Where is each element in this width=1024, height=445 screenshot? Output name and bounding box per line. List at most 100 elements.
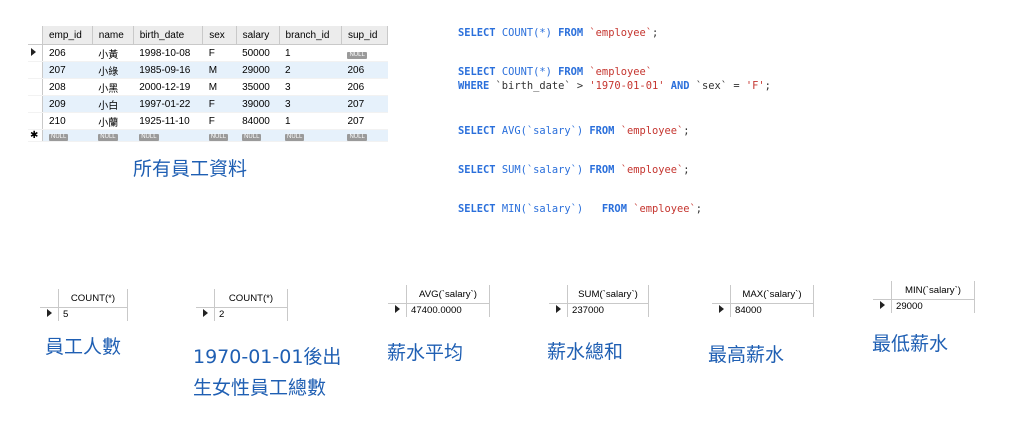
table-cell[interactable]: 小黃 <box>92 44 134 62</box>
row-indicator-header <box>873 281 892 300</box>
table-cell[interactable]: 207 <box>341 112 388 130</box>
table-cell[interactable]: 206 <box>341 61 388 79</box>
row-indicator-header <box>196 289 215 308</box>
sql-query-sum[interactable]: SELECT SUM(`salary`) FROM `employee`; <box>458 163 690 177</box>
table-row[interactable]: 207 小綠 1985-09-16 M 29000 2 206 <box>28 61 388 79</box>
table-cell[interactable]: 2000-12-19 <box>133 78 203 96</box>
column-header-emp-id[interactable]: emp_id <box>42 26 93 45</box>
result-column-header[interactable]: MIN(`salary`) <box>891 281 975 300</box>
table-cell[interactable]: 206 <box>341 78 388 96</box>
row-indicator-header <box>388 285 407 304</box>
result-cell[interactable]: 2 <box>214 307 288 321</box>
table-cell[interactable]: 1 <box>279 44 342 62</box>
table-cell[interactable]: NULL <box>341 44 388 62</box>
row-indicator <box>28 78 43 96</box>
result-cell[interactable]: 5 <box>58 307 128 321</box>
table-row[interactable]: 206 小黃 1998-10-08 F 50000 1 NULL <box>28 44 388 62</box>
result-caption-avg-salary: 薪水平均 <box>387 342 464 364</box>
table-row[interactable]: 208 小黑 2000-12-19 M 35000 3 206 <box>28 78 388 96</box>
table-cell[interactable]: F <box>202 95 237 113</box>
table-cell[interactable]: NULL <box>279 129 342 142</box>
table-cell[interactable]: 1985-09-16 <box>133 61 203 79</box>
table-cell[interactable]: F <box>202 44 237 62</box>
table-cell[interactable]: 207 <box>341 95 388 113</box>
result-grid-max: MAX(`salary`) 84000 <box>712 285 814 317</box>
current-row-pointer-icon <box>549 303 568 317</box>
employee-grid: emp_id name birth_date sex salary branch… <box>28 26 389 142</box>
null-badge: NULL <box>139 134 159 141</box>
table-cell[interactable]: 3 <box>279 78 342 96</box>
result-cell[interactable]: 84000 <box>730 303 814 317</box>
column-header-name[interactable]: name <box>92 26 134 45</box>
table-cell[interactable]: 1998-10-08 <box>133 44 203 62</box>
table-cell[interactable]: 小黑 <box>92 78 134 96</box>
result-cell[interactable]: 29000 <box>891 299 975 313</box>
result-column-header[interactable]: COUNT(*) <box>58 289 128 308</box>
table-cell[interactable]: 39000 <box>236 95 280 113</box>
result-column-header[interactable]: AVG(`salary`) <box>406 285 490 304</box>
table-cell[interactable]: 210 <box>42 112 93 130</box>
null-badge: NULL <box>208 134 229 141</box>
column-header-sex[interactable]: sex <box>202 26 237 45</box>
result-cell[interactable]: 47400.0000 <box>406 303 490 317</box>
table-cell[interactable]: 84000 <box>236 112 280 130</box>
table-cell[interactable]: 3 <box>279 95 342 113</box>
current-row-pointer-icon <box>40 307 59 321</box>
sql-query-min[interactable]: SELECT MIN(`salary`) FROM `employee`; <box>458 202 702 216</box>
result-caption-employee-count: 員工人數 <box>45 336 122 358</box>
table-cell[interactable]: 1 <box>279 112 342 130</box>
table-cell[interactable]: NULL <box>236 129 280 142</box>
table-row[interactable]: 210 小蘭 1925-11-10 F 84000 1 207 <box>28 112 388 130</box>
table-cell[interactable]: 小白 <box>92 95 134 113</box>
table-cell[interactable]: NULL <box>42 129 93 142</box>
table-row[interactable]: 209 小白 1997-01-22 F 39000 3 207 <box>28 95 388 113</box>
result-caption-female-count-line1: 1970-01-01後出 <box>193 346 342 368</box>
table-cell[interactable]: NULL <box>133 129 203 142</box>
result-cell[interactable]: 237000 <box>567 303 649 317</box>
column-header-branch-id[interactable]: branch_id <box>279 26 342 45</box>
result-column-header[interactable]: MAX(`salary`) <box>730 285 814 304</box>
table-cell[interactable]: 1997-01-22 <box>133 95 203 113</box>
table-cell[interactable]: 208 <box>42 78 93 96</box>
result-caption-sum-salary: 薪水總和 <box>547 341 624 363</box>
table-cell[interactable]: 50000 <box>236 44 280 62</box>
row-indicator <box>28 61 43 79</box>
current-row-pointer-icon <box>28 44 43 62</box>
table-cell[interactable]: 209 <box>42 95 93 113</box>
current-row-pointer-icon <box>196 307 215 321</box>
null-badge: NULL <box>49 134 69 141</box>
table-cell[interactable]: 小蘭 <box>92 112 134 130</box>
null-badge: NULL <box>242 134 262 141</box>
table-cell[interactable]: 207 <box>42 61 93 79</box>
sql-query-count[interactable]: SELECT COUNT(*) FROM `employee`; <box>458 26 658 40</box>
result-column-header[interactable]: SUM(`salary`) <box>567 285 649 304</box>
null-badge: NULL <box>285 134 305 141</box>
table-cell[interactable]: 小綠 <box>92 61 134 79</box>
result-grid-count-filter: COUNT(*) 2 <box>196 289 288 321</box>
table-cell[interactable]: 2 <box>279 61 342 79</box>
table-cell[interactable]: NULL <box>341 129 388 142</box>
table-cell[interactable]: M <box>202 78 237 96</box>
result-column-header[interactable]: COUNT(*) <box>214 289 288 308</box>
sql-query-avg[interactable]: SELECT AVG(`salary`) FROM `employee`; <box>458 124 690 138</box>
new-row[interactable]: ✱ NULL NULL NULL NULL NULL NULL NULL <box>28 129 388 142</box>
table-cell[interactable]: 35000 <box>236 78 280 96</box>
table-cell[interactable]: F <box>202 112 237 130</box>
table-cell[interactable]: 1925-11-10 <box>133 112 203 130</box>
table-cell[interactable]: NULL <box>92 129 134 142</box>
table-cell[interactable]: 29000 <box>236 61 280 79</box>
result-grid-count: COUNT(*) 5 <box>40 289 128 321</box>
table-cell[interactable]: NULL <box>202 129 237 142</box>
sql-query-count-filter[interactable]: SELECT COUNT(*) FROM `employee` WHERE `b… <box>458 65 771 93</box>
new-row-asterisk-icon: ✱ <box>28 129 43 142</box>
row-indicator <box>28 112 43 130</box>
column-header-sup-id[interactable]: sup_id <box>341 26 389 45</box>
column-header-salary[interactable]: salary <box>236 26 280 45</box>
employee-table-caption: 所有員工資料 <box>133 158 248 180</box>
result-grid-avg: AVG(`salary`) 47400.0000 <box>388 285 490 317</box>
table-cell[interactable]: M <box>202 61 237 79</box>
row-indicator-header <box>28 26 43 45</box>
grid-header-row: emp_id name birth_date sex salary branch… <box>28 26 389 45</box>
table-cell[interactable]: 206 <box>42 44 93 62</box>
column-header-birth-date[interactable]: birth_date <box>133 26 204 45</box>
